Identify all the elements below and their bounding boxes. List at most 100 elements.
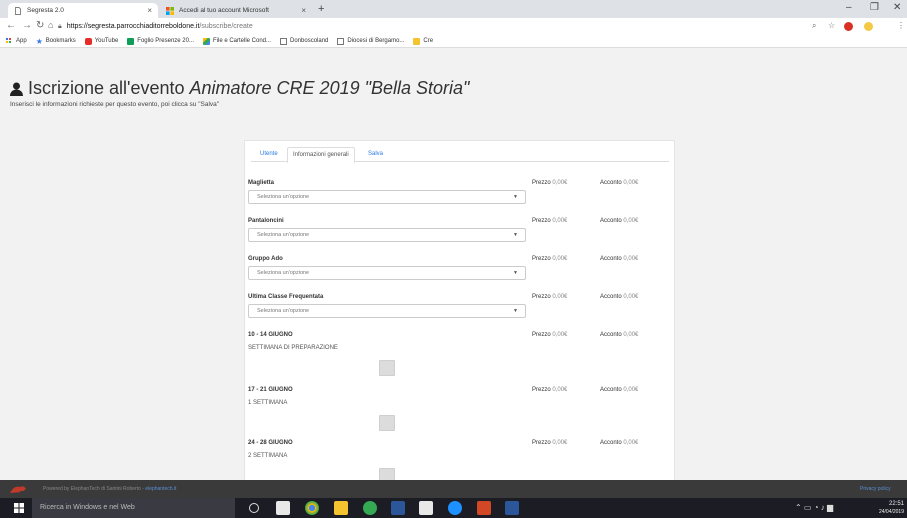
form-tabs: Utente Informazioni generali Salva: [251, 147, 669, 163]
powerpoint-icon[interactable]: [477, 501, 491, 515]
date: 24/04/2019: [878, 509, 904, 515]
bookmark-label: Cre: [423, 38, 434, 44]
browser-tab-strip: Segresta 2.0 × Accedi al tuo account Mic…: [0, 0, 907, 18]
ultima-classe-select[interactable]: Seleziona un'opzione ▼: [248, 304, 526, 318]
week-checkbox[interactable]: [379, 360, 395, 376]
bookmark-label: Foglio Presenze 20...: [137, 38, 194, 44]
edge-icon[interactable]: [448, 501, 462, 515]
tab-title: Accedi al tuo account Microsoft: [179, 7, 269, 14]
bookmarks-bar: App ★ Bookmarks YouTube Foglio Presenze 2…: [0, 35, 907, 48]
close-icon[interactable]: ×: [301, 6, 306, 15]
home-icon[interactable]: ⌂: [48, 20, 53, 30]
elephantech-link[interactable]: elephantech.it: [145, 486, 176, 492]
url-host: https://segresta.parrocchiaditorreboldon…: [66, 23, 200, 30]
back-icon[interactable]: ←: [6, 20, 16, 31]
bookmark-file[interactable]: File e Cartelle Cond...: [202, 37, 272, 45]
tab-salva[interactable]: Salva: [363, 147, 388, 162]
chevron-down-icon: ▼: [513, 270, 518, 276]
chevron-down-icon: ▼: [513, 194, 518, 200]
bookmark-foglio[interactable]: Foglio Presenze 20...: [127, 37, 194, 45]
privacy-policy-link[interactable]: Privacy policy: [860, 486, 891, 492]
chevron-down-icon: ▼: [513, 308, 518, 314]
folder-icon: [413, 37, 421, 45]
bookmark-label: Diocesi di Bergamo...: [347, 38, 405, 44]
windows-start-icon[interactable]: [14, 503, 24, 513]
user-icon: [10, 82, 23, 96]
acconto: Acconto 0,00€: [600, 387, 639, 393]
field-label: Maglietta: [248, 180, 275, 186]
tab-segresta[interactable]: Segresta 2.0 ×: [8, 3, 158, 18]
site-footer: Powered by ElephanTech di Santini Robert…: [0, 480, 907, 498]
chevron-down-icon: ▼: [513, 232, 518, 238]
page-icon: [337, 37, 345, 45]
acconto: Acconto 0,00€: [600, 294, 639, 300]
star-icon[interactable]: ☆: [828, 21, 835, 30]
bookmark-app[interactable]: App: [6, 37, 27, 45]
week-label: 10 - 14 GIUGNO: [248, 332, 293, 338]
clock[interactable]: 22:51 24/04/2019: [872, 500, 904, 516]
browser-toolbar: ← → ↻ ⌂ 🔒︎ https://segresta.parrocchiadi…: [0, 18, 907, 35]
pantaloncini-select[interactable]: Seleziona un'opzione ▼: [248, 228, 526, 242]
acconto: Acconto 0,00€: [600, 440, 639, 446]
tab-title: Segresta 2.0: [27, 7, 64, 14]
reload-icon[interactable]: ↻: [36, 20, 44, 31]
price: Prezzo 0,00€: [532, 256, 568, 262]
menu-icon[interactable]: ⋮: [897, 21, 905, 30]
microsoft-logo-icon: [166, 6, 174, 15]
bookmark-diocesi[interactable]: Diocesi di Bergamo...: [337, 37, 405, 45]
maximize-icon[interactable]: ❐: [870, 2, 879, 13]
bookmark-cre[interactable]: Cre: [413, 37, 434, 45]
bookmark-label: File e Cartelle Cond...: [212, 38, 272, 44]
extension-icon[interactable]: [844, 22, 853, 31]
bookmark-label: YouTube: [94, 38, 119, 44]
zoom-icon[interactable]: ⌕: [812, 21, 816, 31]
week-checkbox[interactable]: [379, 415, 395, 431]
gruppo-ado-select[interactable]: Seleziona un'opzione ▼: [248, 266, 526, 280]
window-close-icon[interactable]: ✕: [893, 2, 901, 13]
chrome-icon[interactable]: [305, 501, 319, 515]
app-icon[interactable]: [363, 501, 377, 515]
field-label: Pantaloncini: [248, 218, 284, 224]
minimize-icon[interactable]: –: [846, 2, 852, 13]
publisher-icon[interactable]: [391, 501, 405, 515]
acconto: Acconto 0,00€: [600, 256, 639, 262]
tab-microsoft[interactable]: Accedi al tuo account Microsoft ×: [160, 3, 312, 18]
bookmark-label: App: [16, 38, 27, 44]
task-view-icon[interactable]: [249, 503, 259, 513]
store-icon[interactable]: [276, 501, 290, 515]
close-icon[interactable]: ×: [147, 6, 152, 15]
url-path: /subscribe/create: [199, 23, 253, 30]
page-title: Iscrizione all'evento Animatore CRE 2019…: [10, 78, 469, 99]
word-icon[interactable]: [505, 501, 519, 515]
forward-icon[interactable]: →: [22, 20, 32, 31]
profile-icon[interactable]: [864, 22, 873, 31]
field-label: Gruppo Ado: [248, 256, 283, 262]
maglietta-select[interactable]: Seleziona un'opzione ▼: [248, 190, 526, 204]
price: Prezzo 0,00€: [532, 180, 568, 186]
bookmark-bookmarks[interactable]: ★ Bookmarks: [36, 37, 76, 45]
price: Prezzo 0,00€: [532, 218, 568, 224]
bookmark-label: Donboscoland: [290, 38, 329, 44]
file-explorer-icon[interactable]: [334, 501, 348, 515]
event-name: Animatore CRE 2019 "Bella Storia": [189, 78, 470, 98]
field-label: Ultima Classe Frequentata: [248, 294, 324, 300]
bookmark-youtube[interactable]: YouTube: [84, 37, 119, 45]
address-bar[interactable]: 🔒︎ https://segresta.parrocchiaditorrebol…: [58, 20, 800, 33]
price: Prezzo 0,00€: [532, 387, 568, 393]
windows-search-box[interactable]: Ricerca in Windows e nel Web: [32, 498, 235, 518]
system-tray-icons[interactable]: ⌃ ▭ ◔ ♪ ▆: [795, 503, 833, 512]
page-icon: [280, 37, 288, 45]
price: Prezzo 0,00€: [532, 294, 568, 300]
powered-by-text: Powered by ElephanTech di Santini Robert…: [43, 486, 177, 492]
shopping-bag-icon[interactable]: [419, 501, 433, 515]
windows-taskbar: Ricerca in Windows e nel Web ⌃ ▭ ◔ ♪ ▆ 2…: [0, 498, 907, 518]
youtube-icon: [84, 37, 92, 45]
tab-utente[interactable]: Utente: [255, 147, 283, 162]
week-label: 17 - 21 GIUGNO: [248, 387, 293, 393]
drive-icon: [202, 37, 210, 45]
tab-informazioni-generali[interactable]: Informazioni generali: [287, 147, 355, 163]
bookmark-donboscoland[interactable]: Donboscoland: [280, 37, 329, 45]
new-tab-button[interactable]: +: [318, 3, 324, 15]
title-text: Iscrizione all'evento: [28, 78, 185, 98]
time: 22:51: [888, 501, 904, 507]
